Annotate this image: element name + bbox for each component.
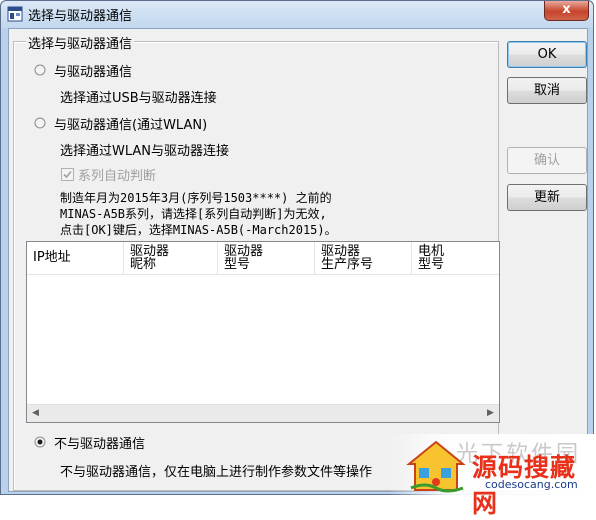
- option-offline-label[interactable]: 不与驱动器通信: [54, 433, 145, 452]
- column-label: 型号: [418, 257, 445, 272]
- option-wlan-desc: 选择通过WLAN与驱动器连接: [60, 144, 230, 159]
- option-offline-desc: 不与驱动器通信，仅在电脑上进行制作参数文件等操作: [60, 465, 373, 480]
- compatibility-note: 制造年月为2015年3月(序列号1503****) 之前的 MINAS-A5B系…: [60, 190, 337, 238]
- check-icon: [63, 170, 72, 179]
- dialog-window: 选择与驱动器通信 x 选择与驱动器通信 与驱动器通信 选择通过USB与驱动器连接…: [0, 0, 594, 495]
- auto-detect-checkbox[interactable]: [61, 168, 74, 181]
- ok-button[interactable]: OK: [507, 41, 587, 68]
- scroll-left-icon[interactable]: ◀: [27, 405, 44, 422]
- column-driver-serial[interactable]: 驱动器 生产序号: [315, 242, 412, 274]
- column-label: IP地址: [33, 250, 71, 265]
- column-driver-model[interactable]: 驱动器 型号: [218, 242, 315, 274]
- title-bar[interactable]: 选择与驱动器通信 x: [1, 1, 593, 28]
- column-ip-address[interactable]: IP地址: [27, 242, 124, 274]
- horizontal-scrollbar[interactable]: ◀ ▶: [27, 404, 499, 422]
- dialog-body: 选择与驱动器通信 与驱动器通信 选择通过USB与驱动器连接 与驱动器通信(通过W…: [8, 28, 588, 492]
- note-line-2: MINAS-A5B系列，请选择[系列自动判断]为无效,: [60, 207, 327, 221]
- radio-offline[interactable]: [34, 436, 46, 448]
- option-usb-label[interactable]: 与驱动器通信: [54, 61, 132, 80]
- app-icon: [7, 6, 23, 22]
- confirm-button[interactable]: 确认: [507, 147, 587, 174]
- cancel-button[interactable]: 取消: [507, 77, 587, 104]
- communication-groupbox: 选择与驱动器通信 与驱动器通信 选择通过USB与驱动器连接 与驱动器通信(通过W…: [13, 33, 500, 491]
- note-line-3: 点击[OK]键后，选择MINAS-A5B(-March2015)。: [60, 223, 337, 237]
- auto-detect-label: 系列自动判断: [78, 169, 157, 184]
- window-title: 选择与驱动器通信: [28, 9, 133, 24]
- scroll-right-icon[interactable]: ▶: [482, 405, 499, 422]
- column-motor-model[interactable]: 电机 型号: [412, 242, 499, 274]
- device-list[interactable]: IP地址 驱动器 昵称 驱动器 型号 驱动器 生产序号 电机 型号 ◀ ▶: [26, 241, 500, 423]
- close-button[interactable]: x: [544, 1, 589, 21]
- group-legend: 选择与驱动器通信: [26, 33, 135, 52]
- column-label: 型号: [224, 257, 251, 272]
- watermark-url: codesocang.com: [485, 478, 578, 491]
- note-line-1: 制造年月为2015年3月(序列号1503****) 之前的: [60, 191, 332, 205]
- refresh-button[interactable]: 更新: [507, 184, 587, 211]
- option-usb-desc: 选择通过USB与驱动器连接: [60, 91, 217, 106]
- column-driver-nickname[interactable]: 驱动器 昵称: [124, 242, 218, 274]
- house-logo-icon: [406, 440, 466, 493]
- option-wlan-label[interactable]: 与驱动器通信(通过WLAN): [54, 114, 207, 133]
- column-label: 昵称: [130, 257, 157, 272]
- radio-usb[interactable]: [34, 64, 46, 76]
- column-label: 生产序号: [321, 257, 374, 272]
- radio-wlan[interactable]: [34, 117, 46, 129]
- device-list-header: IP地址 驱动器 昵称 驱动器 型号 驱动器 生产序号 电机 型号: [27, 242, 499, 275]
